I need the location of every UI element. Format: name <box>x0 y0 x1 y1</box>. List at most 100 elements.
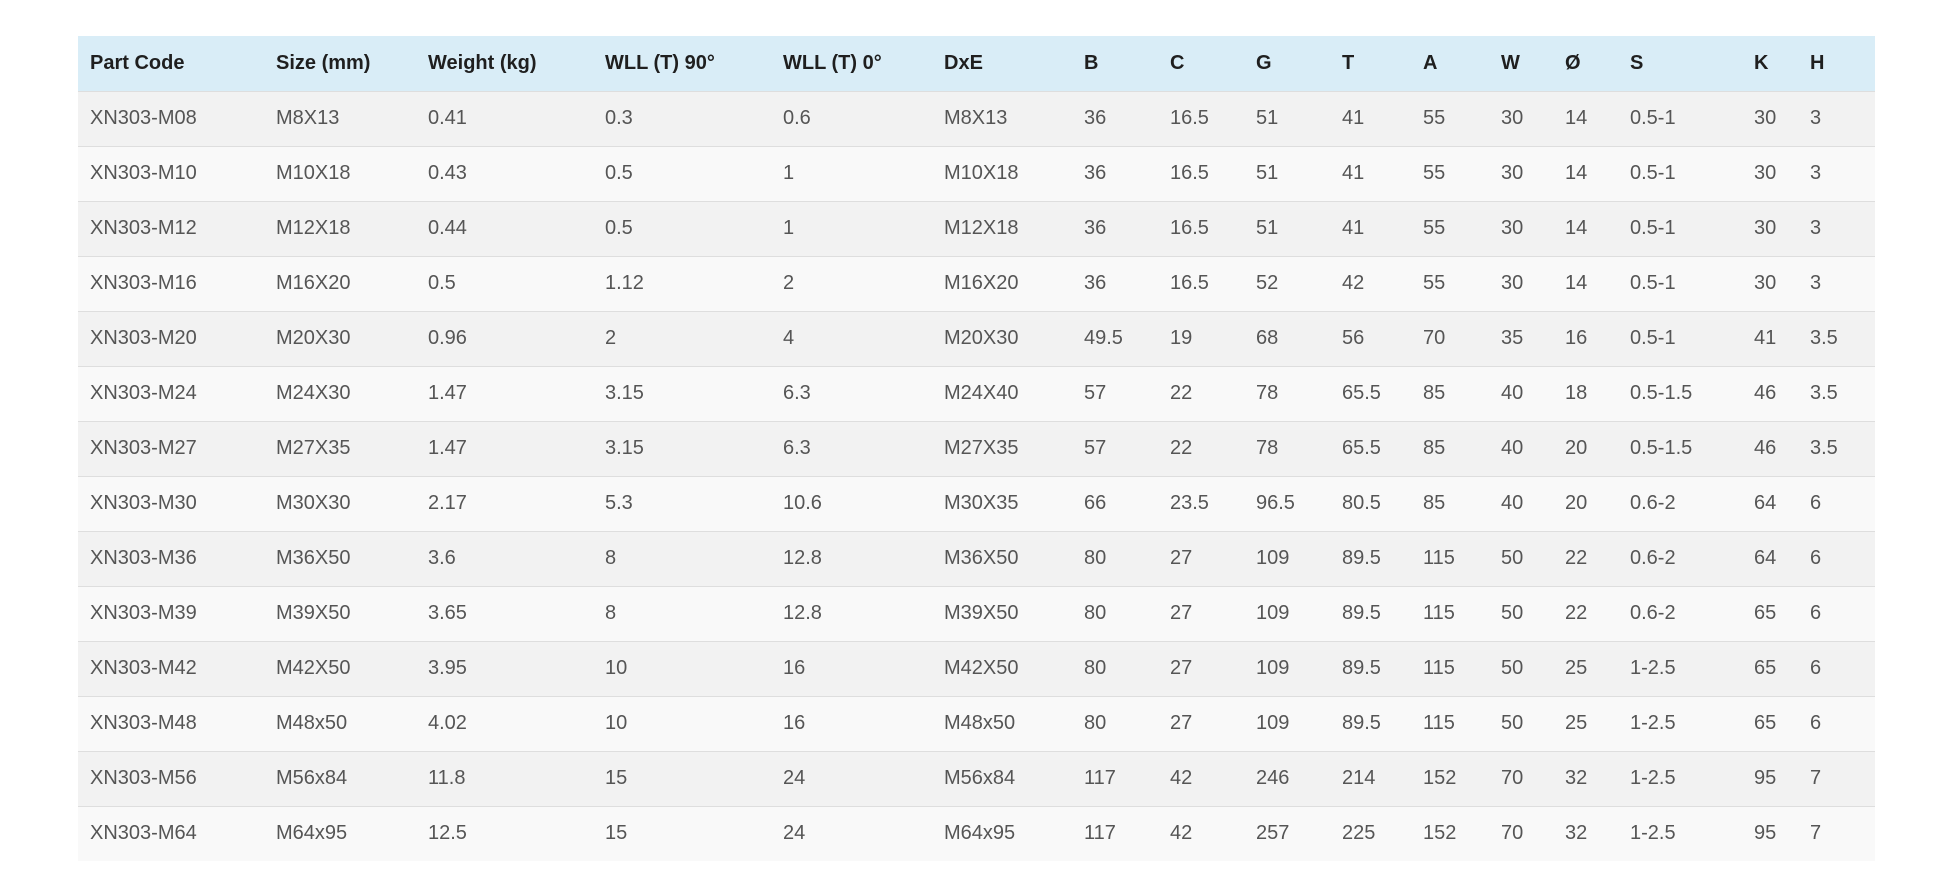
cell-c: 27 <box>1170 547 1193 569</box>
cell-c: 22 <box>1170 382 1193 404</box>
cell-t: 80.5 <box>1342 492 1381 514</box>
table-row: XN303-M10 M10X18 0.43 0.5 1 M10X18 36 16.5 51 41 5… <box>78 146 1875 201</box>
cell-dxe: M24X40 <box>944 382 1019 404</box>
table-body: XN303-M08 M8X13 0.41 0.3 0.6 M8X13 36 16.5 51 41 5… <box>78 91 1875 861</box>
cell-b: 117 <box>1084 767 1116 789</box>
cell-b: 80 <box>1084 602 1107 624</box>
cell-wll-0: 2 <box>783 272 795 294</box>
cell-part-code: XN303-M08 <box>90 107 197 129</box>
cell-diameter: 25 <box>1565 657 1588 679</box>
cell-g: 96.5 <box>1256 492 1295 514</box>
cell-size: M36X50 <box>276 547 351 569</box>
cell-weight: 1.47 <box>428 382 467 404</box>
cell-b: 80 <box>1084 712 1107 734</box>
cell-c: 19 <box>1170 327 1193 349</box>
cell-g: 109 <box>1256 602 1290 624</box>
cell-b: 117 <box>1084 822 1116 845</box>
cell-g: 78 <box>1256 437 1279 459</box>
cell-size: M64x95 <box>276 822 348 845</box>
cell-wll-90: 0.5 <box>605 162 633 184</box>
cell-dxe: M39X50 <box>944 602 1019 624</box>
cell-diameter: 14 <box>1565 107 1588 129</box>
cell-g: 68 <box>1256 327 1279 349</box>
cell-dxe: M42X50 <box>944 657 1019 679</box>
cell-t: 42 <box>1342 272 1365 294</box>
cell-wll-0: 1 <box>783 217 795 239</box>
cell-s: 0.5-1.5 <box>1630 437 1693 459</box>
table-row: XN303-M42 M42X50 3.95 10 16 M42X50 80 27 109 89.5… <box>78 641 1875 696</box>
cell-wll-0: 12.8 <box>783 602 822 624</box>
cell-h: 6 <box>1810 712 1822 734</box>
cell-wll-90: 1.12 <box>605 272 644 294</box>
cell-wll-90: 8 <box>605 547 617 569</box>
header-size: Size (mm) <box>276 51 371 74</box>
cell-wll-0: 6.3 <box>783 382 811 404</box>
cell-t: 89.5 <box>1342 657 1381 679</box>
cell-weight: 3.6 <box>428 547 456 569</box>
cell-weight: 12.5 <box>428 822 467 845</box>
cell-diameter: 14 <box>1565 272 1588 294</box>
cell-diameter: 22 <box>1565 602 1588 624</box>
cell-size: M10X18 <box>276 162 351 184</box>
cell-a: 152 <box>1423 822 1457 845</box>
cell-w: 35 <box>1501 327 1524 349</box>
cell-a: 115 <box>1423 602 1455 624</box>
cell-size: M16X20 <box>276 272 351 294</box>
cell-g: 246 <box>1256 767 1290 789</box>
cell-t: 225 <box>1342 822 1376 845</box>
cell-wll-90: 15 <box>605 767 628 789</box>
table-header-row: Part Code Size (mm) Weight (kg) WLL (T) … <box>78 36 1875 91</box>
cell-dxe: M8X13 <box>944 107 1008 129</box>
cell-wll-90: 5.3 <box>605 492 633 514</box>
cell-t: 41 <box>1342 162 1365 184</box>
cell-k: 95 <box>1754 822 1777 845</box>
cell-s: 0.5-1 <box>1630 217 1676 239</box>
cell-part-code: XN303-M30 <box>90 492 197 514</box>
cell-dxe: M30X35 <box>944 492 1019 514</box>
cell-c: 16.5 <box>1170 107 1209 129</box>
cell-h: 3 <box>1810 107 1822 129</box>
cell-part-code: XN303-M27 <box>90 437 197 459</box>
cell-w: 50 <box>1501 657 1524 679</box>
cell-t: 56 <box>1342 327 1365 349</box>
cell-t: 89.5 <box>1342 602 1381 624</box>
cell-c: 27 <box>1170 602 1193 624</box>
cell-dxe: M12X18 <box>944 217 1019 239</box>
cell-wll-90: 8 <box>605 602 617 624</box>
cell-b: 57 <box>1084 382 1107 404</box>
cell-size: M39X50 <box>276 602 351 624</box>
table-row: XN303-M30 M30X30 2.17 5.3 10.6 M30X35 66 23.5 96… <box>78 476 1875 531</box>
cell-wll-0: 24 <box>783 822 806 845</box>
cell-w: 30 <box>1501 272 1524 294</box>
cell-b: 49.5 <box>1084 327 1123 349</box>
table-row: XN303-M56 M56x84 11.8 15 24 M56x84 117 42 246 214… <box>78 751 1875 806</box>
cell-wll-90: 2 <box>605 327 617 349</box>
cell-a: 85 <box>1423 382 1446 404</box>
cell-size: M8X13 <box>276 107 340 129</box>
cell-diameter: 20 <box>1565 437 1588 459</box>
cell-dxe: M56x84 <box>944 767 1016 789</box>
cell-size: M20X30 <box>276 327 351 349</box>
cell-w: 50 <box>1501 547 1524 569</box>
cell-wll-90: 3.15 <box>605 382 644 404</box>
cell-diameter: 25 <box>1565 712 1588 734</box>
header-dxe: DxE <box>944 51 983 74</box>
cell-a: 55 <box>1423 107 1446 129</box>
cell-dxe: M48x50 <box>944 712 1016 734</box>
cell-h: 3 <box>1810 162 1822 184</box>
specifications-table-container: Part Code Size (mm) Weight (kg) WLL (T) … <box>78 36 1875 861</box>
cell-t: 41 <box>1342 107 1365 129</box>
cell-t: 214 <box>1342 767 1376 789</box>
cell-part-code: XN303-M56 <box>90 767 197 789</box>
cell-part-code: XN303-M36 <box>90 547 197 569</box>
cell-c: 27 <box>1170 657 1193 679</box>
cell-weight: 0.44 <box>428 217 467 239</box>
table-row: XN303-M16 M16X20 0.5 1.12 2 M16X20 36 16.5 52 42 5… <box>78 256 1875 311</box>
cell-g: 109 <box>1256 547 1290 569</box>
cell-h: 6 <box>1810 602 1822 624</box>
cell-weight: 3.95 <box>428 657 467 679</box>
cell-g: 257 <box>1256 822 1290 845</box>
cell-a: 70 <box>1423 327 1446 349</box>
cell-g: 52 <box>1256 272 1279 294</box>
cell-b: 57 <box>1084 437 1107 459</box>
